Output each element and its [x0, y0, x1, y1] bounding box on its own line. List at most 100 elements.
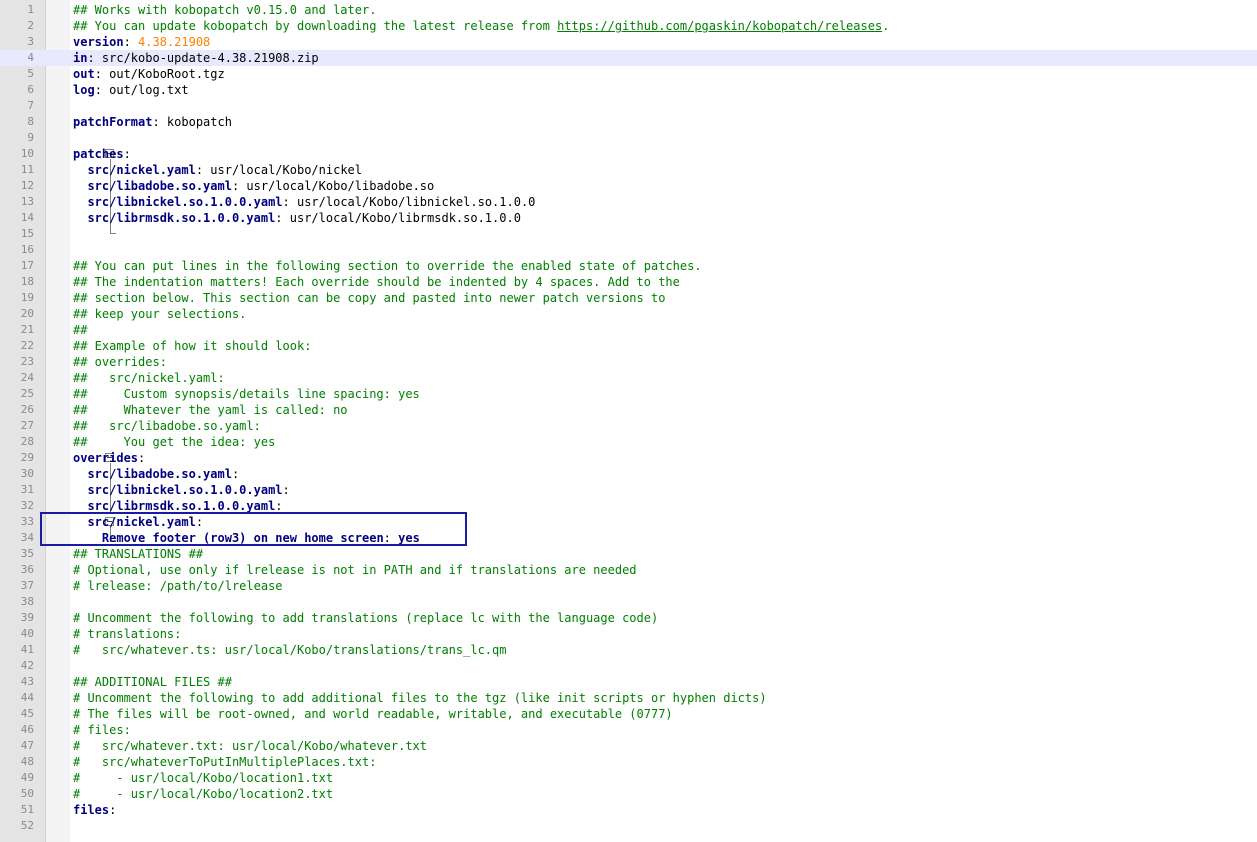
code-line[interactable]: 2 ## You can update kobopatch by download… [0, 18, 1257, 34]
code-line[interactable]: 5 out: out/KoboRoot.tgz [0, 66, 1257, 82]
code-line[interactable]: 8 patchFormat: kobopatch [0, 114, 1257, 130]
line-number: 4 [27, 51, 34, 64]
code-token: # The files will be root-owned, and worl… [73, 707, 673, 721]
code-text: # - usr/local/Kobo/location2.txt [73, 786, 333, 802]
code-line[interactable]: 38 [0, 594, 1257, 610]
code-line[interactable]: 37 # lrelease: /path/to/lrelease [0, 578, 1257, 594]
code-line[interactable]: 46 # files: [0, 722, 1257, 738]
code-token: # src/whateverToPutInMultiplePlaces.txt: [73, 755, 377, 769]
line-number: 22 [20, 339, 34, 352]
code-line[interactable]: 10 patches: [0, 146, 1257, 162]
code-text: src/libnickel.so.1.0.0.yaml: usr/local/K… [73, 194, 535, 210]
code-line[interactable]: 15 [0, 226, 1257, 242]
code-token: src/librmsdk.so.1.0.0.yaml [87, 211, 276, 225]
code-line[interactable]: 51 files: [0, 802, 1257, 818]
code-line[interactable]: 45 # The files will be root-owned, and wo… [0, 706, 1257, 722]
code-line[interactable]: 11 src/nickel.yaml: usr/local/Kobo/nicke… [0, 162, 1257, 178]
code-token: # src/whatever.txt: usr/local/Kobo/whate… [73, 739, 428, 753]
line-number: 26 [20, 403, 34, 416]
code-text: ## Works with kobopatch v0.15.0 and late… [73, 2, 376, 18]
code-token: ## keep your selections. [73, 307, 247, 321]
code-line[interactable]: 21 ## [0, 322, 1257, 338]
code-line[interactable]: 24 ## src/nickel.yaml: [0, 370, 1257, 386]
code-lines[interactable]: 1 ## Works with kobopatch v0.15.0 and lat… [0, 2, 1257, 834]
code-line[interactable]: 23 ## overrides: [0, 354, 1257, 370]
code-line[interactable]: 28 ## You get the idea: yes [0, 434, 1257, 450]
code-token: : [282, 483, 290, 497]
code-token: version [73, 35, 124, 49]
code-line[interactable]: 16 [0, 242, 1257, 258]
code-token: ## You can put lines in the following se… [73, 259, 702, 273]
code-line[interactable]: 4 in: src/kobo-update-4.38.21908.zip [0, 50, 1257, 66]
code-line[interactable]: 40 # translations: [0, 626, 1257, 642]
code-text: # Optional, use only if lrelease is not … [73, 562, 637, 578]
code-line[interactable]: 42 [0, 658, 1257, 674]
code-line[interactable]: 44 # Uncomment the following to add addit… [0, 690, 1257, 706]
code-line[interactable]: 39 # Uncomment the following to add trans… [0, 610, 1257, 626]
line-number: 9 [27, 131, 34, 144]
code-line[interactable]: 30 src/libadobe.so.yaml: [0, 466, 1257, 482]
code-line[interactable]: 31 src/libnickel.so.1.0.0.yaml: [0, 482, 1257, 498]
code-line[interactable]: 19 ## section below. This section can be … [0, 290, 1257, 306]
code-text: # The files will be root-owned, and worl… [73, 706, 673, 722]
code-line[interactable]: 43 ## ADDITIONAL FILES ## [0, 674, 1257, 690]
code-line[interactable]: 6 log: out/log.txt [0, 82, 1257, 98]
code-line[interactable]: 13 src/libnickel.so.1.0.0.yaml: usr/loca… [0, 194, 1257, 210]
code-token: : usr/local/Kobo/librmsdk.so.1.0.0 [275, 211, 521, 225]
line-number: 43 [20, 675, 34, 688]
code-text: patches: [73, 146, 131, 162]
code-line[interactable]: 22 ## Example of how it should look: [0, 338, 1257, 354]
code-line[interactable]: 35 ## TRANSLATIONS ## [0, 546, 1257, 562]
line-number: 15 [20, 227, 34, 240]
code-token: ## [73, 323, 88, 337]
line-number: 23 [20, 355, 34, 368]
code-line[interactable]: 3 version: 4.38.21908 [0, 34, 1257, 50]
line-number: 24 [20, 371, 34, 384]
line-number: 52 [20, 819, 34, 832]
line-number: 46 [20, 723, 34, 736]
code-text: # src/whateverToPutInMultiplePlaces.txt: [73, 754, 376, 770]
line-number: 29 [20, 451, 34, 464]
code-token: : [138, 451, 146, 465]
line-number: 36 [20, 563, 34, 576]
code-line[interactable]: 20 ## keep your selections. [0, 306, 1257, 322]
code-line[interactable]: 18 ## The indentation matters! Each overr… [0, 274, 1257, 290]
code-line[interactable]: 25 ## Custom synopsis/details line spacin… [0, 386, 1257, 402]
code-text: ## Example of how it should look: [73, 338, 311, 354]
code-line[interactable]: 49 # - usr/local/Kobo/location1.txt [0, 770, 1257, 786]
code-text: # lrelease: /path/to/lrelease [73, 578, 283, 594]
code-token: # src/whatever.ts: usr/local/Kobo/transl… [73, 643, 507, 657]
line-number: 3 [27, 35, 34, 48]
code-editor[interactable]: 1 ## Works with kobopatch v0.15.0 and lat… [0, 0, 1257, 842]
code-line[interactable]: 47 # src/whatever.txt: usr/local/Kobo/wha… [0, 738, 1257, 754]
code-line[interactable]: 7 [0, 98, 1257, 114]
code-line[interactable]: 36 # Optional, use only if lrelease is no… [0, 562, 1257, 578]
code-line[interactable]: 26 ## Whatever the yaml is called: no [0, 402, 1257, 418]
code-line[interactable]: 41 # src/whatever.ts: usr/local/Kobo/tran… [0, 642, 1257, 658]
code-line[interactable]: 52 [0, 818, 1257, 834]
code-text: ## src/libadobe.so.yaml: [73, 418, 261, 434]
line-number: 8 [27, 115, 34, 128]
code-line[interactable]: 27 ## src/libadobe.so.yaml: [0, 418, 1257, 434]
code-line[interactable]: 1 ## Works with kobopatch v0.15.0 and lat… [0, 2, 1257, 18]
code-line[interactable]: 50 # - usr/local/Kobo/location2.txt [0, 786, 1257, 802]
code-text: ## You get the idea: yes [73, 434, 275, 450]
code-link[interactable]: https://github.com/pgaskin/kobopatch/rel… [557, 19, 882, 33]
code-text: ## Whatever the yaml is called: no [73, 402, 348, 418]
code-text: ## The indentation matters! Each overrid… [73, 274, 680, 290]
code-line[interactable]: 17 ## You can put lines in the following … [0, 258, 1257, 274]
code-line[interactable]: 29 overrides: [0, 450, 1257, 466]
code-line[interactable]: 14 src/librmsdk.so.1.0.0.yaml: usr/local… [0, 210, 1257, 226]
code-line[interactable]: 12 src/libadobe.so.yaml: usr/local/Kobo/… [0, 178, 1257, 194]
code-token: src/librmsdk.so.1.0.0.yaml [87, 499, 276, 513]
code-line[interactable]: 48 # src/whateverToPutInMultiplePlaces.tx… [0, 754, 1257, 770]
code-text: ## TRANSLATIONS ## [73, 546, 203, 562]
code-token: : [123, 147, 131, 161]
code-token: patches [73, 147, 124, 161]
code-line[interactable]: 9 [0, 130, 1257, 146]
code-token: : usr/local/Kobo/libadobe.so [231, 179, 435, 193]
